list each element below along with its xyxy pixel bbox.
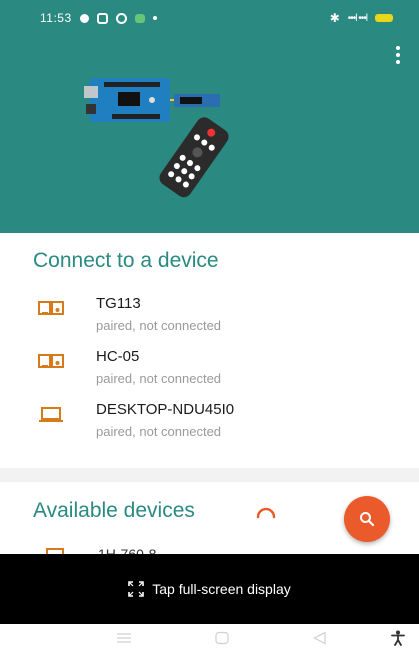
- available-section-title: Available devices: [33, 499, 195, 522]
- system-nav-bar: [0, 624, 419, 652]
- arduino-remote-illustration-icon: [84, 78, 229, 198]
- section-divider: [0, 468, 419, 482]
- media-status-icon: [96, 12, 108, 24]
- fullscreen-label: Tap full-screen display: [152, 581, 291, 597]
- fullscreen-banner[interactable]: Tap full-screen display: [0, 554, 419, 624]
- search-button[interactable]: [344, 496, 390, 542]
- device-name: HC-05: [96, 348, 140, 365]
- settings-status-icon: [79, 13, 89, 23]
- bluetooth-module-icon: [38, 354, 64, 368]
- device-name: TG113: [96, 295, 141, 312]
- device-status: paired, not connected: [96, 424, 222, 439]
- bluetooth-status-icon: ✱: [329, 11, 340, 25]
- status-left: 11:53: [40, 11, 157, 25]
- device-name: DESKTOP-NDU45I0: [96, 401, 235, 418]
- status-right: ✱ •••l •••l: [330, 11, 393, 25]
- connect-section-title: Connect to a device: [33, 249, 219, 272]
- device-status: paired, not connected: [96, 318, 222, 333]
- accessibility-icon: [391, 630, 405, 646]
- device-item-desktop[interactable]: DESKTOP-NDU45I0 paired, not connected: [32, 401, 392, 445]
- home-nav-button[interactable]: [210, 630, 234, 646]
- device-item-hc05[interactable]: HC-05 paired, not connected: [32, 348, 392, 392]
- accessibility-button[interactable]: [386, 630, 410, 646]
- fullscreen-icon: [128, 581, 145, 597]
- bluetooth-module-icon: [38, 301, 64, 315]
- back-triangle-icon: [313, 631, 326, 645]
- status-time: 11:53: [40, 11, 72, 25]
- device-status: paired, not connected: [96, 371, 222, 386]
- more-notifications-icon: [152, 16, 157, 20]
- battery-icon: [375, 14, 393, 22]
- circle-status-icon: [115, 12, 127, 24]
- overflow-menu-icon[interactable]: [395, 46, 401, 64]
- signal-icon: •••l •••l: [347, 12, 368, 24]
- menu-lines-icon: [117, 633, 131, 643]
- loading-spinner-icon: [256, 507, 276, 519]
- back-nav-button[interactable]: [308, 630, 332, 646]
- device-item-tg113[interactable]: TG113 paired, not connected: [32, 295, 392, 339]
- status-bar: 11:53 ✱ •••l •••l: [0, 0, 419, 36]
- app-notification-icon: [134, 13, 145, 23]
- home-square-icon: [215, 631, 229, 645]
- app-header: 11:53 ✱ •••l •••l: [0, 0, 419, 233]
- laptop-icon: [39, 407, 63, 422]
- search-icon: [360, 512, 375, 527]
- menu-nav-button[interactable]: [112, 630, 136, 646]
